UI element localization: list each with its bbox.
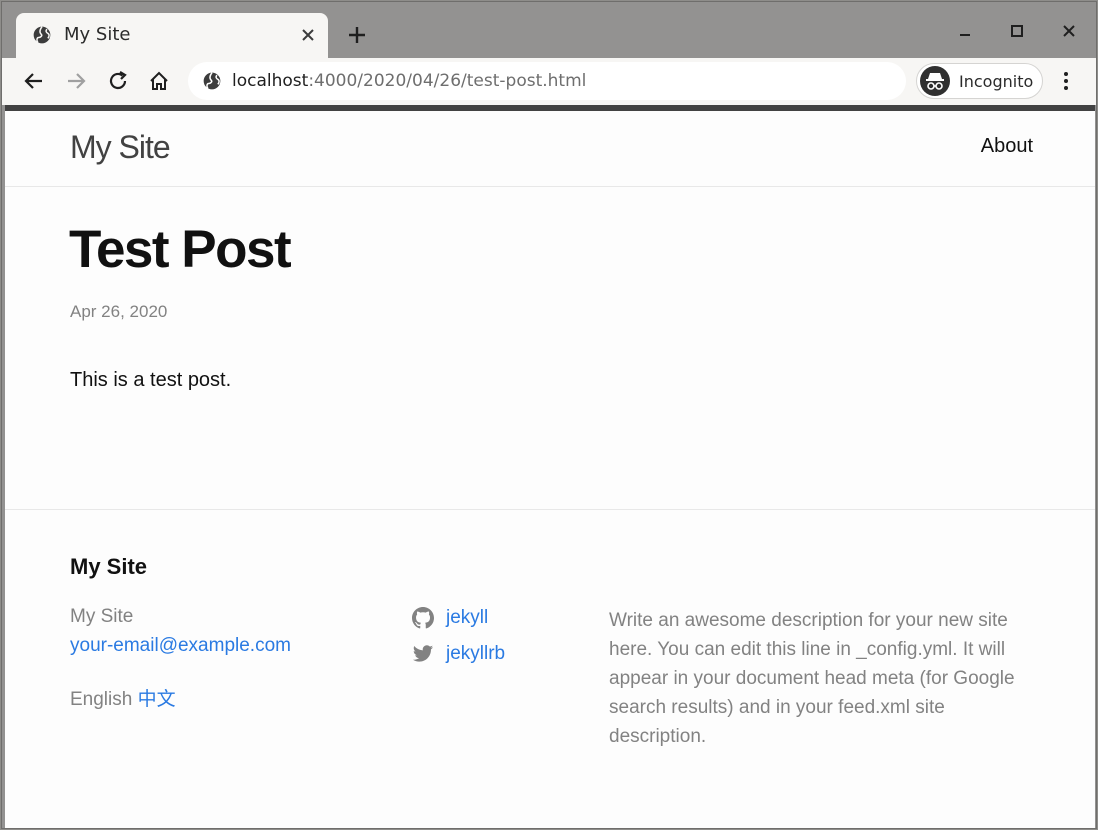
social-item-twitter[interactable]: jekyllrb <box>412 642 505 666</box>
incognito-label: Incognito <box>959 72 1034 91</box>
github-icon <box>412 607 434 629</box>
close-tab-icon[interactable] <box>299 26 317 44</box>
site-footer: My Site My Site your-email@example.com E… <box>5 509 1095 828</box>
back-icon[interactable] <box>23 70 45 92</box>
lang-current: English <box>70 689 133 710</box>
forward-icon[interactable] <box>65 70 87 92</box>
language-switcher: English 中文 <box>70 684 176 711</box>
social-item-github[interactable]: jekyll <box>412 606 488 630</box>
twitter-icon <box>412 645 434 662</box>
browser-window: My Site localhost:4000/2020/04/26/test-p… <box>1 1 1097 829</box>
browser-toolbar: localhost:4000/2020/04/26/test-post.html… <box>2 58 1096 105</box>
site-description: Write an awesome description for your ne… <box>609 610 1015 747</box>
reload-icon[interactable] <box>107 70 129 92</box>
post-date: Apr 26, 2020 <box>70 302 168 321</box>
close-window-icon[interactable] <box>1058 20 1080 42</box>
incognito-badge[interactable]: Incognito <box>916 63 1043 99</box>
twitter-link[interactable]: jekyllrb <box>446 643 505 665</box>
home-icon[interactable] <box>148 70 170 92</box>
github-link[interactable]: jekyll <box>446 607 488 629</box>
browser-tab[interactable]: My Site <box>16 13 328 58</box>
maximize-icon[interactable] <box>1006 20 1028 42</box>
footer-site-name: My Site <box>70 606 134 627</box>
url-host: localhost <box>232 71 309 91</box>
globe-icon <box>33 26 51 44</box>
web-page: My Site About Test Post Apr 26, 2020 Thi… <box>5 105 1095 828</box>
url-text: localhost:4000/2020/04/26/test-post.html <box>232 71 586 91</box>
site-header: My Site About <box>5 111 1095 187</box>
site-title[interactable]: My Site <box>70 129 171 166</box>
incognito-icon <box>920 66 950 96</box>
post-body: This is a test post. <box>70 369 232 391</box>
footer-heading: My Site <box>70 554 148 579</box>
address-bar[interactable]: localhost:4000/2020/04/26/test-post.html <box>188 62 906 100</box>
site-info-icon[interactable] <box>202 71 222 91</box>
tab-title: My Site <box>64 24 131 45</box>
minimize-icon[interactable] <box>954 20 976 42</box>
post-title: Test Post <box>69 220 292 279</box>
tab-strip: My Site <box>2 2 1096 58</box>
lang-link-chinese[interactable]: 中文 <box>138 689 176 710</box>
footer-email-link[interactable]: your-email@example.com <box>70 635 291 657</box>
nav-link-about[interactable]: About <box>981 135 1033 158</box>
new-tab-icon[interactable] <box>346 24 368 46</box>
more-menu-icon[interactable] <box>1055 70 1077 92</box>
url-path: :4000/2020/04/26/test-post.html <box>308 71 587 91</box>
